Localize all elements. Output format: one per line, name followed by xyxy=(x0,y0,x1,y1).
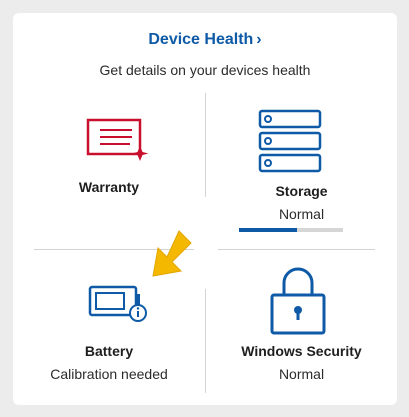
warranty-label: Warranty xyxy=(78,179,140,195)
device-health-card: Device Health › Get details on your devic… xyxy=(13,13,397,405)
tile-storage[interactable]: Storage Normal xyxy=(206,103,397,243)
storage-usage-fill xyxy=(239,228,298,232)
battery-status: Calibration needed xyxy=(50,366,168,382)
storage-status: Normal xyxy=(278,206,325,222)
device-health-link[interactable]: Device Health › xyxy=(13,31,397,49)
yellow-arrow-pointer-icon xyxy=(145,227,205,302)
windows-security-label: Windows Security xyxy=(241,343,362,359)
device-health-title[interactable]: Device Health xyxy=(148,31,253,48)
chevron-right-icon: › xyxy=(256,31,262,48)
storage-label: Storage xyxy=(275,183,328,199)
battery-info-icon xyxy=(88,283,152,328)
tile-windows-security[interactable]: Windows Security Normal xyxy=(206,263,397,393)
storage-usage-bar xyxy=(239,228,343,232)
padlock-icon xyxy=(270,265,326,340)
tile-warranty[interactable]: Warranty xyxy=(13,103,205,243)
windows-security-status: Normal xyxy=(278,366,325,382)
warranty-certificate-icon xyxy=(86,118,150,169)
storage-drives-icon xyxy=(258,109,322,178)
device-health-subtitle: Get details on your devices health xyxy=(99,62,311,78)
battery-label: Battery xyxy=(84,343,134,359)
horizontal-divider-right xyxy=(218,249,375,250)
